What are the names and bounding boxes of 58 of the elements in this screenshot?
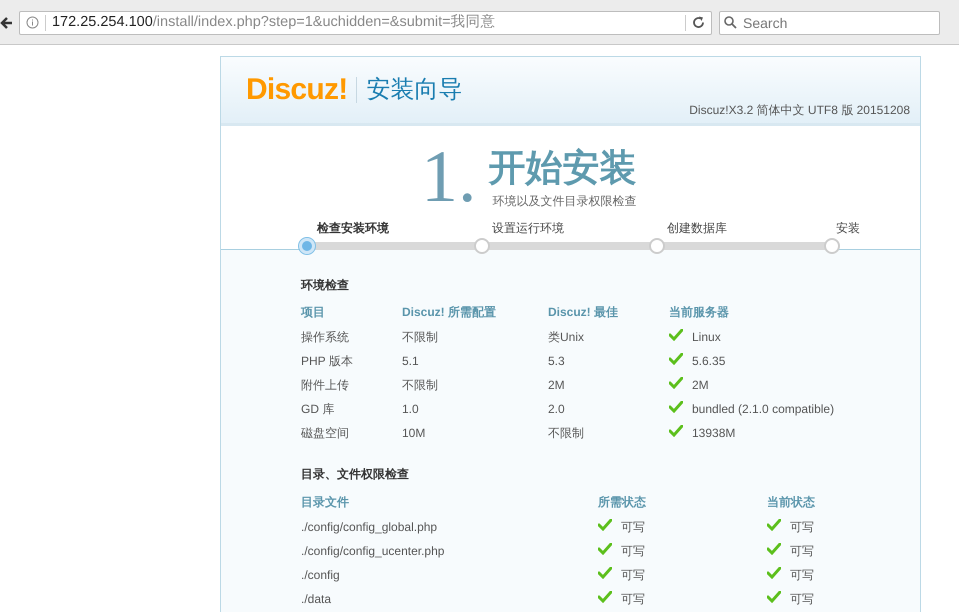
table-cell-text: 操作系统	[301, 329, 349, 346]
table-cell-text: 可写	[790, 567, 814, 584]
table-cell-text: 可写	[790, 519, 814, 536]
table-cell-text: 5.1	[402, 353, 419, 370]
step-label: 创建数据库	[667, 220, 727, 237]
table-cell-text: 附件上传	[301, 377, 349, 394]
version-text: Discuz!X3.2 简体中文 UTF8 版 20151208	[689, 102, 910, 119]
table-cell-text: 可写	[790, 591, 814, 608]
table-cell-text: 10M	[402, 425, 426, 442]
table-cell-text: ./config/config_global.php	[301, 519, 438, 536]
info-icon[interactable]	[26, 16, 39, 29]
back-icon[interactable]	[0, 16, 12, 30]
step-label: 设置运行环境	[492, 220, 564, 237]
step-title: 开始安装	[488, 149, 636, 186]
search-icon	[724, 16, 737, 28]
table-cell-text: Linux	[692, 329, 721, 346]
table-cell-text: 可写	[621, 543, 645, 560]
table-cell-text: 可写	[621, 519, 645, 536]
url-text[interactable]: 172.25.254.100/install/index.php?step=1&uchidden=&submit=我同意	[52, 12, 679, 34]
table-cell-text: ./config/config_ucenter.php	[301, 543, 444, 560]
table-cell-text: 1.0	[402, 401, 419, 418]
table-cell-text: ./data	[301, 591, 332, 608]
search-field[interactable]: Search	[719, 10, 940, 34]
table-cell-text: ./config	[301, 567, 340, 584]
column-header: Discuz! 所需配置	[402, 304, 496, 321]
table-cell-text: bundled (2.1.0 compatible)	[692, 401, 834, 418]
column-header: 当前状态	[767, 494, 815, 511]
header-title: 安装向导	[366, 78, 462, 102]
table-cell-text: 可写	[790, 543, 814, 560]
table-cell-text: 2M	[548, 377, 565, 394]
table-cell-text: 可写	[621, 567, 645, 584]
column-header: Discuz! 最佳	[548, 304, 618, 321]
column-header: 所需状态	[598, 494, 646, 511]
table-cell-text: 类Unix	[548, 329, 584, 346]
section-title: 目录、文件权限检查	[301, 466, 410, 483]
reload-icon[interactable]	[692, 16, 705, 29]
step-subtitle: 环境以及文件目录权限检查	[492, 193, 636, 210]
table-cell-text: 不限制	[548, 425, 584, 442]
table-cell-text: 可写	[621, 591, 645, 608]
step-number: 1.	[421, 140, 476, 214]
column-header: 目录文件	[301, 494, 349, 511]
table-cell-text: 2M	[692, 377, 709, 394]
step-label: 安装	[836, 220, 860, 237]
column-header: 当前服务器	[669, 304, 729, 321]
table-cell-text: 13938M	[692, 425, 736, 442]
table-cell-text: 5.3	[548, 353, 565, 370]
table-cell-text: PHP 版本	[301, 353, 353, 370]
step-label: 检查安装环境	[317, 220, 389, 237]
table-cell-text: 磁盘空间	[301, 425, 349, 442]
address-bar[interactable]: 172.25.254.100/install/index.php?step=1&uchidden=&submit=我同意	[18, 10, 712, 34]
table-cell-text: 不限制	[402, 377, 438, 394]
table-cell-text: 5.6.35	[692, 353, 726, 370]
table-cell-text: 2.0	[548, 401, 565, 418]
table-cell-text: GD 库	[301, 401, 334, 418]
logo: Discuz!	[246, 75, 348, 105]
column-header: 项目	[301, 304, 325, 321]
table-cell-text: 不限制	[402, 329, 438, 346]
section-title: 环境检查	[301, 277, 350, 294]
